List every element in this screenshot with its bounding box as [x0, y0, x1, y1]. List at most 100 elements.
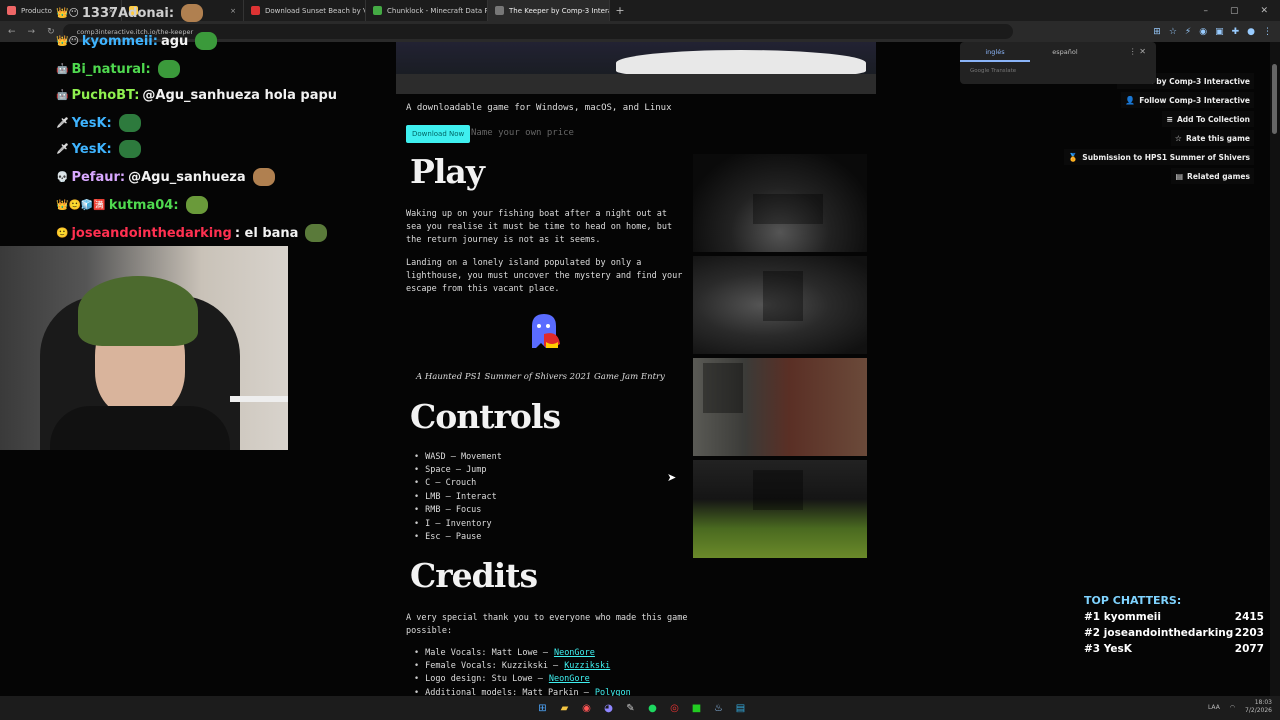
list-item: Logo design: Stu Lowe – NeonGore: [414, 673, 631, 686]
app-icon[interactable]: ✎: [622, 700, 639, 716]
wifi-icon[interactable]: ◠: [1230, 704, 1235, 711]
related-games-button[interactable]: ▤ Related games: [1171, 168, 1254, 184]
app-icon[interactable]: ■: [688, 700, 705, 716]
follow-button[interactable]: 👤 Follow Comp-3 Interactive: [1121, 92, 1254, 108]
chatter-rank: #2: [1084, 627, 1101, 639]
browser-tab-active[interactable]: The Keeper by Comp-3 Interac×: [488, 0, 610, 21]
rate-game-button[interactable]: ☆ Rate this game: [1170, 130, 1254, 146]
translate-icon[interactable]: ⊞: [1153, 27, 1161, 37]
list-item: RMB – Focus: [414, 504, 502, 517]
credit-link[interactable]: NeonGore: [549, 674, 590, 684]
chat-username: Pefaur:: [71, 169, 126, 185]
chat-message: 🗡 YesK:: [56, 114, 141, 132]
menu-icon[interactable]: ⋮: [1263, 27, 1272, 37]
play-paragraph: Waking up on your fishing boat after a n…: [406, 209, 673, 245]
maximize-icon[interactable]: ▢: [1230, 6, 1239, 16]
chat-badge-icon: 👑🙂🧊🈵: [56, 199, 106, 211]
nav-buttons: ← → ↻: [0, 27, 63, 37]
chat-text: @Agu_sanhueza hola papu: [142, 88, 338, 103]
close-icon[interactable]: ⋮ ✕: [1129, 47, 1146, 56]
tray-lang[interactable]: LAA: [1208, 704, 1220, 711]
credit-link[interactable]: Kuzzikski: [564, 661, 610, 671]
desk: [230, 396, 288, 402]
game-action-buttons: View all by Comp-3 Interactive 👤 Follow C…: [1064, 73, 1254, 184]
credit-link[interactable]: NeonGore: [554, 648, 595, 658]
tab-search-icon[interactable]: ▣: [1215, 27, 1224, 37]
list-item: C – Crouch: [414, 477, 502, 490]
star-icon: ☆: [1174, 133, 1182, 143]
button-label: Rate this game: [1185, 133, 1250, 143]
download-now-button[interactable]: Download Now: [406, 125, 471, 143]
steam-icon[interactable]: ♨: [710, 700, 727, 716]
spotify-icon[interactable]: ●: [644, 700, 661, 716]
chat-text: agu: [160, 33, 189, 49]
chrome-icon[interactable]: ◉: [578, 700, 595, 716]
frog-hat: [78, 276, 198, 346]
emote-icon: [181, 4, 204, 22]
credit-link[interactable]: Polygon: [595, 688, 631, 696]
emote-icon: [252, 168, 275, 186]
list-item: Male Vocals: Matt Lowe – NeonGore: [414, 646, 631, 659]
profile-avatar-icon[interactable]: ●: [1247, 27, 1255, 37]
back-icon[interactable]: ←: [8, 27, 16, 37]
emote-icon: [118, 114, 141, 132]
tab-favicon-icon: [7, 6, 16, 15]
chat-message: 🗡 YesK:: [56, 140, 141, 158]
streamer-body: [50, 406, 230, 450]
screenshot-boat-dock[interactable]: [693, 154, 867, 252]
chatter-name: YesK: [1103, 643, 1132, 655]
extension-icon[interactable]: ⚡: [1185, 27, 1191, 37]
tab-label: Download Sunset Beach by Va: [265, 6, 366, 15]
game-subtitle: A downloadable game for Windows, macOS, …: [406, 103, 672, 113]
forward-icon[interactable]: →: [28, 27, 36, 37]
window-controls: – ▢ ✕: [1203, 6, 1280, 16]
jam-entry-caption: A Haunted PS1 Summer of Shivers 2021 Gam…: [416, 372, 665, 382]
translate-popup: inglés español Google Translate ⋮ ✕: [960, 42, 1156, 84]
bookmark-star-icon[interactable]: ☆: [1169, 27, 1177, 37]
screenshot-forest[interactable]: [693, 460, 867, 558]
chat-message: 🤖 PuchoBT: @Agu_sanhueza hola papu: [56, 88, 337, 103]
extension-icon[interactable]: ◉: [1199, 27, 1207, 37]
browser-tab[interactable]: Chunklock - Minecraft Data Pa×: [366, 0, 488, 21]
start-windows-icon[interactable]: ⊞: [534, 700, 551, 716]
clock-time: 18:03: [1254, 699, 1272, 706]
chat-username: kyommeii:: [81, 33, 158, 49]
screenshot-interior[interactable]: [693, 358, 867, 456]
close-window-icon[interactable]: ✕: [1260, 6, 1268, 16]
page-scrollbar[interactable]: [1270, 42, 1280, 696]
chat-username: PuchoBT:: [71, 88, 140, 103]
discord-icon[interactable]: ◕: [600, 700, 617, 716]
puzzle-icon[interactable]: ✚: [1232, 27, 1240, 37]
new-tab-button[interactable]: +: [610, 4, 630, 17]
app-icon[interactable]: ◎: [666, 700, 683, 716]
list-item: Space – Jump: [414, 463, 502, 476]
top-chatters-panel: TOP CHATTERS: #1 kyommeii 2415 #2 joseand…: [1078, 590, 1270, 664]
list-item: Additional models: Matt Parkin – Polygon: [414, 686, 631, 696]
emote-icon: [157, 60, 180, 78]
play-heading: Play: [410, 152, 485, 191]
reload-icon[interactable]: ↻: [47, 27, 55, 37]
chat-message: 🙂 joseandointhedarking: el bana: [56, 224, 328, 242]
scrollbar-thumb[interactable]: [1272, 64, 1277, 134]
add-to-collection-button[interactable]: ≡ Add To Collection: [1162, 111, 1254, 127]
chat-message: 👑😶 kyommeii: agu: [56, 32, 218, 50]
chat-username: joseandointhedarking: [71, 225, 232, 241]
chat-badge-icon: 🗡: [56, 143, 69, 155]
credits-heading: Credits: [410, 556, 538, 595]
system-tray: LAA ◠ 18:03 7/2/2026: [1208, 699, 1272, 715]
chat-username: 1337Adonai:: [81, 5, 175, 21]
clock[interactable]: 18:03 7/2/2026: [1245, 699, 1272, 715]
close-icon[interactable]: ×: [230, 7, 236, 15]
minimize-icon[interactable]: –: [1203, 6, 1208, 16]
app-icon[interactable]: ▤: [732, 700, 749, 716]
tab-language-source[interactable]: inglés: [960, 42, 1030, 62]
tab-language-target[interactable]: español: [1030, 48, 1100, 56]
taskbar-apps: ⊞ ▰ ◉ ◕ ✎ ● ◎ ■ ♨ ▤: [534, 700, 749, 716]
screenshot-lighthouse[interactable]: [693, 256, 867, 354]
emote-icon: [185, 196, 208, 214]
jam-submission-button[interactable]: 🏅 Submission to HPS1 Summer of Shivers: [1064, 149, 1254, 165]
file-explorer-icon[interactable]: ▰: [556, 700, 573, 716]
chat-badge-icon: 🙂: [56, 227, 69, 239]
list-item: WASD – Movement: [414, 450, 502, 463]
browser-tab[interactable]: Download Sunset Beach by Va×: [244, 0, 366, 21]
